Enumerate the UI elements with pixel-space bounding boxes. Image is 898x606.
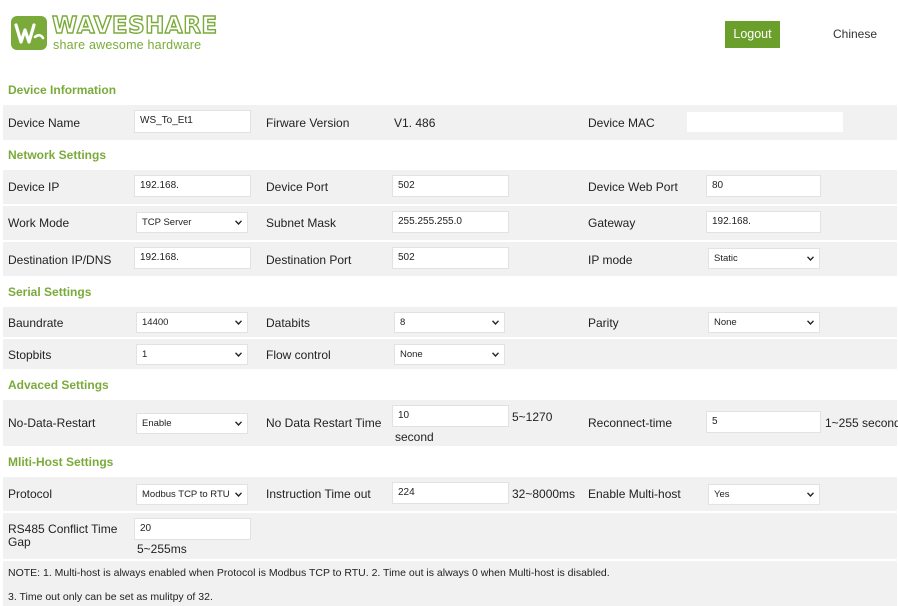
no-data-restart-label: No-Data-Restart — [8, 416, 96, 430]
parity-label: Parity — [588, 316, 619, 330]
rs485-conflict-input[interactable]: 20 — [134, 518, 251, 540]
device-port-input[interactable]: 502 — [392, 175, 509, 197]
work-mode-selected: TCP Server — [142, 217, 192, 228]
flow-control-selected: None — [400, 349, 423, 360]
page-header: WAVESHARE share awesome hardware Logout … — [0, 0, 898, 70]
databits-label: Databits — [266, 316, 311, 330]
protocol-select[interactable]: Modbus TCP to RTU — [136, 484, 248, 505]
instruction-timeout-range: 32~8000ms — [512, 487, 576, 501]
ip-mode-label: IP mode — [588, 253, 633, 267]
device-ip-label: Device IP — [8, 180, 60, 194]
reconnect-time-label: Reconnect-time — [588, 416, 673, 430]
firmware-version-value: V1. 486 — [394, 116, 436, 130]
protocol-label: Protocol — [8, 487, 53, 501]
baudrate-selected: 14400 — [142, 317, 169, 328]
chevron-down-icon — [235, 352, 242, 357]
no-data-restart-select[interactable]: Enable — [136, 413, 248, 434]
device-name-label: Device Name — [8, 116, 81, 130]
serial-row-1: Baundrate 14400 Databits 8 Parity None — [3, 307, 897, 337]
destination-port-label: Destination Port — [266, 253, 352, 267]
gateway-label: Gateway — [588, 216, 636, 230]
multihost-row-1: Protocol Modbus TCP to RTU Instruction T… — [3, 477, 897, 511]
waveshare-logo: WAVESHARE share awesome hardware — [10, 12, 220, 57]
restart-time-unit: second — [395, 430, 434, 444]
chevron-down-icon — [807, 492, 814, 497]
enable-multi-host-label: Enable Multi-host — [588, 487, 681, 501]
device-port-label: Device Port — [266, 180, 329, 194]
subnet-mask-label: Subnet Mask — [266, 216, 337, 230]
chevron-down-icon — [235, 492, 242, 497]
waveshare-logo-icon — [11, 16, 47, 50]
ip-mode-select[interactable]: Static — [708, 248, 820, 269]
ip-mode-selected: Static — [714, 253, 738, 264]
network-row-2: Work Mode TCP Server Subnet Mask 255.255… — [3, 206, 897, 240]
databits-select[interactable]: 8 — [394, 312, 505, 333]
language-link-chinese[interactable]: Chinese — [833, 27, 877, 41]
device-web-port-input[interactable]: 80 — [706, 175, 821, 197]
enable-multi-host-selected: Yes — [714, 489, 730, 500]
section-title-device-information: Device Information — [8, 83, 117, 97]
rs485-conflict-label-line1: RS485 Conflict Time — [8, 522, 118, 536]
reconnect-time-input[interactable]: 5 — [706, 411, 821, 433]
logo-title: WAVESHARE — [51, 12, 218, 39]
section-title-advanced-settings: Advaced Settings — [8, 378, 109, 392]
work-mode-label: Work Mode — [8, 216, 70, 230]
device-web-port-label: Device Web Port — [588, 180, 678, 194]
destination-ip-input[interactable]: 192.168. — [134, 247, 251, 269]
flow-control-label: Flow control — [266, 348, 331, 362]
chevron-down-icon — [492, 352, 499, 357]
rs485-conflict-label-line2: Gap — [8, 535, 31, 549]
parity-select[interactable]: None — [708, 312, 820, 333]
serial-row-2: Stopbits 1 Flow control None — [3, 339, 897, 369]
no-data-restart-time-label: No Data Restart Time — [266, 416, 382, 430]
baudrate-label: Baundrate — [8, 316, 64, 330]
advanced-row: No-Data-Restart Enable No Data Restart T… — [3, 400, 898, 446]
chevron-down-icon — [235, 220, 242, 225]
databits-selected: 8 — [400, 317, 406, 328]
section-title-multi-host-settings: Mliti-Host Settings — [8, 455, 114, 469]
device-name-input[interactable]: WS_To_Et1 — [134, 110, 251, 133]
chevron-down-icon — [807, 256, 814, 261]
flow-control-select[interactable]: None — [394, 344, 505, 365]
instruction-timeout-input[interactable]: 224 — [392, 482, 509, 504]
baudrate-select[interactable]: 14400 — [136, 312, 248, 333]
destination-ip-label: Destination IP/DNS — [8, 253, 112, 267]
chevron-down-icon — [235, 320, 242, 325]
section-title-serial-settings: Serial Settings — [8, 285, 92, 299]
chevron-down-icon — [235, 421, 242, 426]
stopbits-selected: 1 — [142, 349, 148, 360]
stopbits-select[interactable]: 1 — [136, 344, 248, 365]
no-data-restart-selected: Enable — [142, 418, 172, 429]
no-data-restart-time-input[interactable]: 10 — [392, 405, 509, 427]
reconnect-time-range: 1~255 second — [825, 416, 898, 430]
device-info-row: Device Name WS_To_Et1 Firware Version V1… — [3, 105, 897, 140]
note-line-2: 3. Time out only can be set as mulitpy o… — [8, 591, 213, 603]
multihost-row-2: RS485 Conflict Time Gap 20 5~255ms — [3, 513, 897, 559]
firmware-version-label: Firware Version — [266, 116, 350, 130]
logout-button[interactable]: Logout — [725, 21, 780, 48]
network-row-1: Device IP 192.168. Device Port 502 Devic… — [3, 170, 897, 204]
parity-selected: None — [714, 317, 737, 328]
protocol-selected: Modbus TCP to RTU — [142, 489, 230, 500]
chevron-down-icon — [807, 320, 814, 325]
chevron-down-icon — [492, 320, 499, 325]
note-line-1: NOTE: 1. Multi-host is always enabled wh… — [8, 567, 610, 579]
rs485-conflict-range: 5~255ms — [137, 542, 187, 556]
network-row-3: Destination IP/DNS 192.168. Destination … — [3, 242, 897, 276]
section-title-network-settings: Network Settings — [8, 148, 107, 162]
subnet-mask-input[interactable]: 255.255.255.0 — [392, 211, 509, 233]
stopbits-label: Stopbits — [8, 348, 52, 362]
device-mac-value — [686, 111, 844, 133]
enable-multi-host-select[interactable]: Yes — [708, 484, 820, 505]
device-ip-input[interactable]: 192.168. — [134, 175, 251, 197]
destination-port-input[interactable]: 502 — [392, 247, 509, 269]
device-mac-label: Device MAC — [588, 116, 655, 130]
logo-subtitle: share awesome hardware — [53, 38, 202, 52]
restart-time-range: 5~1270 — [512, 410, 553, 424]
work-mode-select[interactable]: TCP Server — [136, 212, 248, 233]
instruction-timeout-label: Instruction Time out — [266, 487, 371, 501]
gateway-input[interactable]: 192.168. — [706, 211, 821, 233]
